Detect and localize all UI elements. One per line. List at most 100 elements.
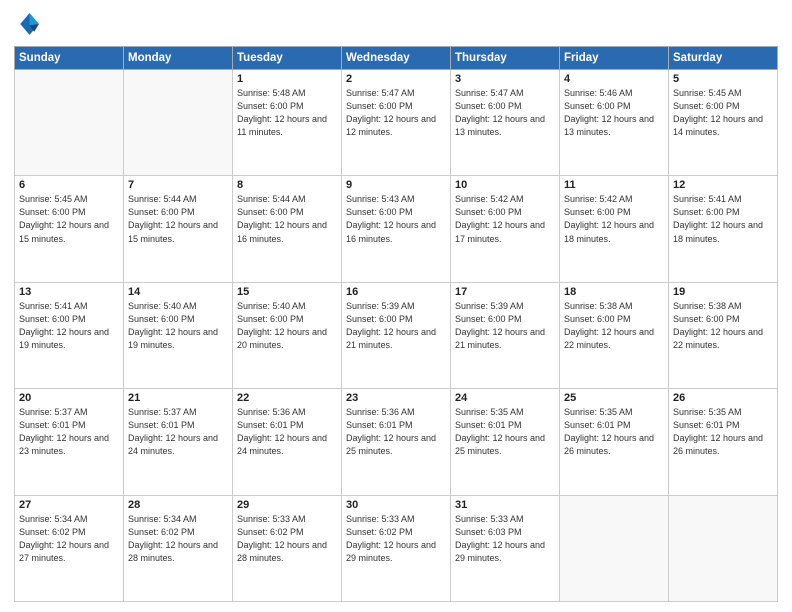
calendar-cell: 31 Sunrise: 5:33 AMSunset: 6:03 PMDaylig… xyxy=(451,495,560,601)
calendar-cell: 7 Sunrise: 5:44 AMSunset: 6:00 PMDayligh… xyxy=(124,176,233,282)
day-number: 24 xyxy=(455,392,555,404)
day-info: Sunrise: 5:40 AMSunset: 6:00 PMDaylight:… xyxy=(237,300,337,352)
day-number: 8 xyxy=(237,179,337,191)
day-number: 10 xyxy=(455,179,555,191)
day-info: Sunrise: 5:39 AMSunset: 6:00 PMDaylight:… xyxy=(455,300,555,352)
day-info: Sunrise: 5:34 AMSunset: 6:02 PMDaylight:… xyxy=(19,513,119,565)
day-number: 17 xyxy=(455,286,555,298)
day-info: Sunrise: 5:39 AMSunset: 6:00 PMDaylight:… xyxy=(346,300,446,352)
calendar-week-3: 13 Sunrise: 5:41 AMSunset: 6:00 PMDaylig… xyxy=(15,282,778,388)
calendar-week-1: 1 Sunrise: 5:48 AMSunset: 6:00 PMDayligh… xyxy=(15,70,778,176)
day-number: 27 xyxy=(19,499,119,511)
day-info: Sunrise: 5:33 AMSunset: 6:03 PMDaylight:… xyxy=(455,513,555,565)
day-info: Sunrise: 5:42 AMSunset: 6:00 PMDaylight:… xyxy=(564,193,664,245)
calendar-cell: 24 Sunrise: 5:35 AMSunset: 6:01 PMDaylig… xyxy=(451,389,560,495)
day-info: Sunrise: 5:36 AMSunset: 6:01 PMDaylight:… xyxy=(346,406,446,458)
day-number: 14 xyxy=(128,286,228,298)
calendar-cell: 17 Sunrise: 5:39 AMSunset: 6:00 PMDaylig… xyxy=(451,282,560,388)
day-info: Sunrise: 5:37 AMSunset: 6:01 PMDaylight:… xyxy=(128,406,228,458)
calendar-header-wednesday: Wednesday xyxy=(342,47,451,70)
calendar-cell: 5 Sunrise: 5:45 AMSunset: 6:00 PMDayligh… xyxy=(669,70,778,176)
day-info: Sunrise: 5:34 AMSunset: 6:02 PMDaylight:… xyxy=(128,513,228,565)
day-info: Sunrise: 5:47 AMSunset: 6:00 PMDaylight:… xyxy=(455,87,555,139)
page: SundayMondayTuesdayWednesdayThursdayFrid… xyxy=(0,0,792,612)
calendar-week-5: 27 Sunrise: 5:34 AMSunset: 6:02 PMDaylig… xyxy=(15,495,778,601)
calendar-header-thursday: Thursday xyxy=(451,47,560,70)
calendar-header-saturday: Saturday xyxy=(669,47,778,70)
day-info: Sunrise: 5:45 AMSunset: 6:00 PMDaylight:… xyxy=(673,87,773,139)
calendar-header-row: SundayMondayTuesdayWednesdayThursdayFrid… xyxy=(15,47,778,70)
logo xyxy=(14,10,44,38)
calendar-cell: 3 Sunrise: 5:47 AMSunset: 6:00 PMDayligh… xyxy=(451,70,560,176)
day-number: 4 xyxy=(564,73,664,85)
calendar-cell xyxy=(560,495,669,601)
calendar-cell: 19 Sunrise: 5:38 AMSunset: 6:00 PMDaylig… xyxy=(669,282,778,388)
day-info: Sunrise: 5:44 AMSunset: 6:00 PMDaylight:… xyxy=(128,193,228,245)
calendar-cell: 15 Sunrise: 5:40 AMSunset: 6:00 PMDaylig… xyxy=(233,282,342,388)
day-info: Sunrise: 5:44 AMSunset: 6:00 PMDaylight:… xyxy=(237,193,337,245)
day-info: Sunrise: 5:43 AMSunset: 6:00 PMDaylight:… xyxy=(346,193,446,245)
calendar-header-tuesday: Tuesday xyxy=(233,47,342,70)
day-info: Sunrise: 5:33 AMSunset: 6:02 PMDaylight:… xyxy=(346,513,446,565)
day-number: 2 xyxy=(346,73,446,85)
calendar-cell: 4 Sunrise: 5:46 AMSunset: 6:00 PMDayligh… xyxy=(560,70,669,176)
calendar-cell: 21 Sunrise: 5:37 AMSunset: 6:01 PMDaylig… xyxy=(124,389,233,495)
day-number: 31 xyxy=(455,499,555,511)
day-info: Sunrise: 5:42 AMSunset: 6:00 PMDaylight:… xyxy=(455,193,555,245)
day-info: Sunrise: 5:35 AMSunset: 6:01 PMDaylight:… xyxy=(564,406,664,458)
calendar-cell: 1 Sunrise: 5:48 AMSunset: 6:00 PMDayligh… xyxy=(233,70,342,176)
day-info: Sunrise: 5:37 AMSunset: 6:01 PMDaylight:… xyxy=(19,406,119,458)
day-number: 13 xyxy=(19,286,119,298)
day-number: 16 xyxy=(346,286,446,298)
calendar-cell xyxy=(669,495,778,601)
day-number: 21 xyxy=(128,392,228,404)
day-number: 23 xyxy=(346,392,446,404)
day-info: Sunrise: 5:46 AMSunset: 6:00 PMDaylight:… xyxy=(564,87,664,139)
day-info: Sunrise: 5:35 AMSunset: 6:01 PMDaylight:… xyxy=(455,406,555,458)
calendar-cell: 29 Sunrise: 5:33 AMSunset: 6:02 PMDaylig… xyxy=(233,495,342,601)
calendar-header-monday: Monday xyxy=(124,47,233,70)
day-info: Sunrise: 5:47 AMSunset: 6:00 PMDaylight:… xyxy=(346,87,446,139)
day-number: 18 xyxy=(564,286,664,298)
calendar-table: SundayMondayTuesdayWednesdayThursdayFrid… xyxy=(14,46,778,602)
calendar-cell: 20 Sunrise: 5:37 AMSunset: 6:01 PMDaylig… xyxy=(15,389,124,495)
day-number: 29 xyxy=(237,499,337,511)
calendar-cell: 23 Sunrise: 5:36 AMSunset: 6:01 PMDaylig… xyxy=(342,389,451,495)
day-number: 25 xyxy=(564,392,664,404)
calendar-cell: 9 Sunrise: 5:43 AMSunset: 6:00 PMDayligh… xyxy=(342,176,451,282)
calendar-cell: 30 Sunrise: 5:33 AMSunset: 6:02 PMDaylig… xyxy=(342,495,451,601)
calendar-cell: 14 Sunrise: 5:40 AMSunset: 6:00 PMDaylig… xyxy=(124,282,233,388)
calendar-cell: 8 Sunrise: 5:44 AMSunset: 6:00 PMDayligh… xyxy=(233,176,342,282)
logo-icon xyxy=(14,10,42,38)
day-number: 12 xyxy=(673,179,773,191)
day-number: 26 xyxy=(673,392,773,404)
calendar-cell: 6 Sunrise: 5:45 AMSunset: 6:00 PMDayligh… xyxy=(15,176,124,282)
day-info: Sunrise: 5:38 AMSunset: 6:00 PMDaylight:… xyxy=(564,300,664,352)
calendar-cell: 25 Sunrise: 5:35 AMSunset: 6:01 PMDaylig… xyxy=(560,389,669,495)
day-info: Sunrise: 5:38 AMSunset: 6:00 PMDaylight:… xyxy=(673,300,773,352)
day-number: 20 xyxy=(19,392,119,404)
header xyxy=(14,10,778,38)
day-number: 6 xyxy=(19,179,119,191)
day-number: 11 xyxy=(564,179,664,191)
calendar-cell: 22 Sunrise: 5:36 AMSunset: 6:01 PMDaylig… xyxy=(233,389,342,495)
calendar-week-2: 6 Sunrise: 5:45 AMSunset: 6:00 PMDayligh… xyxy=(15,176,778,282)
day-number: 3 xyxy=(455,73,555,85)
calendar-cell: 28 Sunrise: 5:34 AMSunset: 6:02 PMDaylig… xyxy=(124,495,233,601)
day-number: 7 xyxy=(128,179,228,191)
day-info: Sunrise: 5:45 AMSunset: 6:00 PMDaylight:… xyxy=(19,193,119,245)
day-info: Sunrise: 5:33 AMSunset: 6:02 PMDaylight:… xyxy=(237,513,337,565)
day-info: Sunrise: 5:36 AMSunset: 6:01 PMDaylight:… xyxy=(237,406,337,458)
calendar-cell xyxy=(15,70,124,176)
calendar-cell: 11 Sunrise: 5:42 AMSunset: 6:00 PMDaylig… xyxy=(560,176,669,282)
calendar-cell: 12 Sunrise: 5:41 AMSunset: 6:00 PMDaylig… xyxy=(669,176,778,282)
day-info: Sunrise: 5:40 AMSunset: 6:00 PMDaylight:… xyxy=(128,300,228,352)
calendar-cell: 10 Sunrise: 5:42 AMSunset: 6:00 PMDaylig… xyxy=(451,176,560,282)
calendar-week-4: 20 Sunrise: 5:37 AMSunset: 6:01 PMDaylig… xyxy=(15,389,778,495)
calendar-header-friday: Friday xyxy=(560,47,669,70)
day-number: 9 xyxy=(346,179,446,191)
day-number: 1 xyxy=(237,73,337,85)
calendar-cell xyxy=(124,70,233,176)
day-info: Sunrise: 5:35 AMSunset: 6:01 PMDaylight:… xyxy=(673,406,773,458)
calendar-cell: 16 Sunrise: 5:39 AMSunset: 6:00 PMDaylig… xyxy=(342,282,451,388)
